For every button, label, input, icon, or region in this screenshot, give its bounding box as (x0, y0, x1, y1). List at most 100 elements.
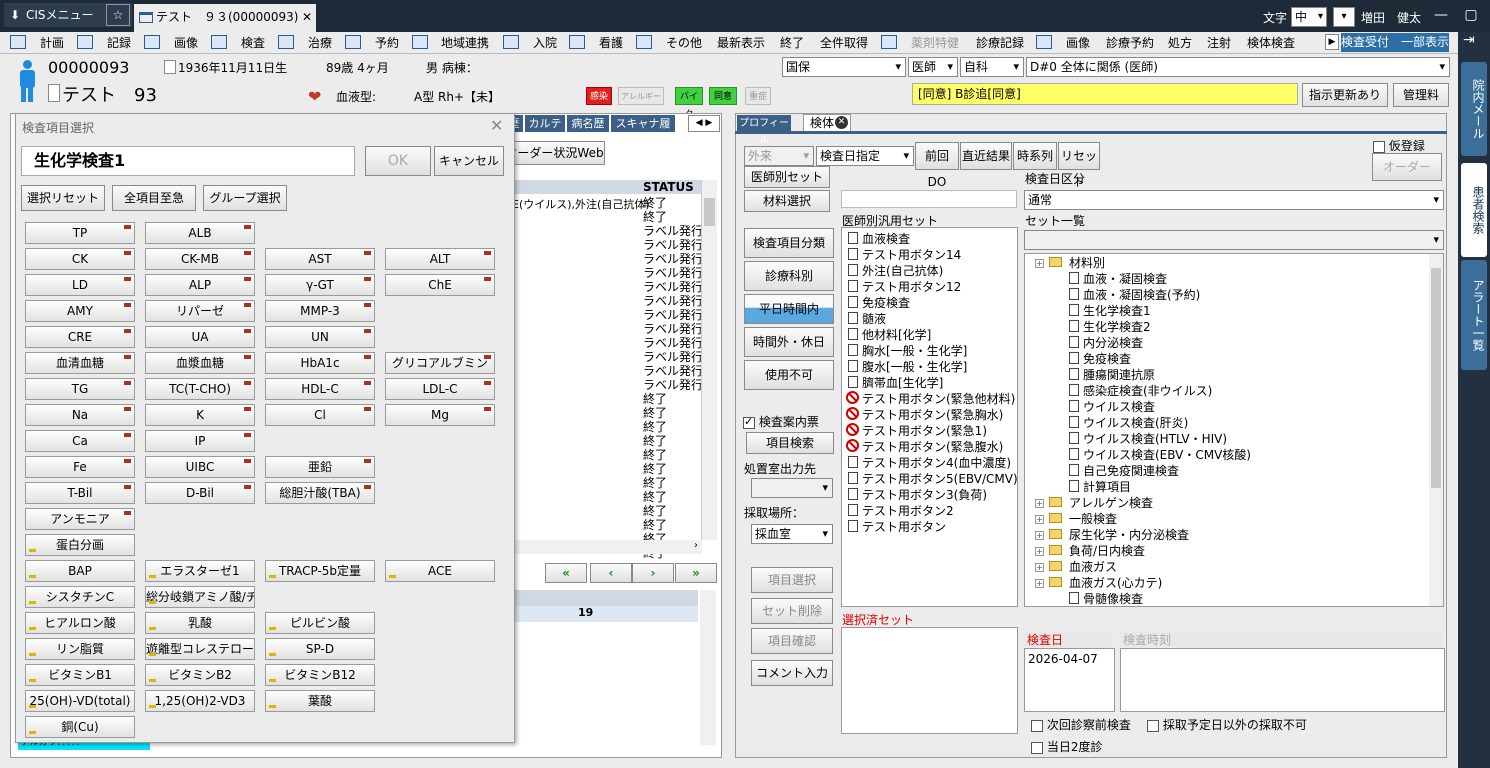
same-day-checkbox-box[interactable] (1031, 741, 1043, 754)
doctor-set-item[interactable]: 他材料[化学] (842, 327, 1017, 343)
order-status-web-button[interactable]: オーダー状況Web (505, 141, 605, 165)
all-urgent-button[interactable]: 全項目至急 (112, 185, 196, 211)
menu-item[interactable]: 最新表示 (717, 35, 765, 51)
menu-item[interactable]: 画像 (1066, 35, 1090, 51)
tree-item[interactable]: 内分泌検査 (1025, 335, 1443, 351)
menu-item[interactable]: 地域連携 (441, 35, 489, 51)
left-tab[interactable]: スキャナ履歴 (611, 115, 675, 147)
exam-item-button[interactable]: 総分岐鎖アミノ酸/チロシ (145, 586, 255, 608)
exam-item-button[interactable]: UA (145, 326, 255, 348)
exam-item-button[interactable]: 乳酸 (145, 612, 255, 634)
exam-item-button[interactable]: シスタチンC (25, 586, 135, 608)
exam-item-button[interactable]: HbA1c (265, 352, 375, 374)
cancel-button[interactable]: キャンセル (434, 146, 504, 176)
disabled-button[interactable]: 使用不可 (744, 360, 834, 390)
exam-item-button[interactable]: CK-MB (145, 248, 255, 270)
menu-item[interactable]: 計画 (40, 35, 64, 51)
management-fee-button[interactable]: 管理料 (1393, 83, 1449, 107)
provisional-checkbox-box[interactable] (1373, 140, 1385, 153)
next-visit-checkbox[interactable]: 次回診察前検査 (1031, 716, 1131, 733)
visit-select[interactable]: 外来 (744, 146, 814, 166)
instruction-update-button[interactable]: 指示更新あり (1302, 83, 1388, 107)
tree-item[interactable]: + 材料別 (1025, 255, 1443, 271)
exam-item-button[interactable]: エラスターゼ1 (145, 560, 255, 582)
exam-item-button[interactable]: Ca (25, 430, 135, 452)
patient-tab[interactable]: テスト ９３(00000093) ✕ (134, 4, 316, 32)
next-visit-checkbox-box[interactable] (1031, 719, 1043, 732)
first-page-button[interactable]: « (545, 563, 587, 583)
menu-item[interactable]: 画像 (174, 35, 198, 51)
exam-item-button[interactable]: ピルビン酸 (265, 612, 375, 634)
doctor-set-item[interactable]: テスト用ボタン(緊急1) (842, 423, 1017, 439)
doctor-set-item[interactable]: テスト用ボタン4(血中濃度) (842, 455, 1017, 471)
tree-item[interactable]: 血液・凝固検査(予約) (1025, 287, 1443, 303)
exam-item-button[interactable]: LDL-C (385, 378, 495, 400)
star-icon[interactable]: ☆ (106, 4, 130, 26)
exam-guide-checkbox[interactable]: 検査案内票 (743, 413, 819, 430)
exam-item-button[interactable]: AST (265, 248, 375, 270)
set-list-select[interactable] (1024, 230, 1444, 250)
insurance-select[interactable]: 国保 (782, 57, 906, 77)
doctor-set-item[interactable]: テスト用ボタン5(EBV/CMV) (842, 471, 1018, 487)
exam-date-box[interactable]: 2026-04-07 (1024, 648, 1115, 712)
exam-time-box[interactable] (1120, 648, 1445, 712)
date-type-select[interactable]: 通常 (1024, 190, 1444, 210)
tree-item[interactable]: 生化学検査2 (1025, 319, 1443, 335)
only-date-checkbox[interactable]: 採取予定日以外の採取不可 (1147, 716, 1307, 733)
minimize-button[interactable]: — (1426, 4, 1456, 28)
sidebar-toggle-icon[interactable]: ⇥ (1463, 32, 1475, 48)
exam-item-button[interactable]: Na (25, 404, 135, 426)
item-search-button[interactable]: 項目検索 (746, 432, 834, 454)
sidebar-tab-patient-search[interactable]: 患者検索 (1461, 163, 1487, 257)
place-select[interactable]: 採血室 (751, 524, 833, 544)
exam-item-button[interactable]: 葉酸 (265, 690, 375, 712)
comment-input-button[interactable]: コメント入力 (751, 660, 833, 686)
doctor-set-item[interactable]: テスト用ボタン2 (842, 503, 1017, 519)
menu-item[interactable]: 診療記録 (976, 35, 1024, 51)
provisional-register-checkbox[interactable]: 仮登録 (1373, 137, 1425, 154)
exam-item-button[interactable]: 血清血糖 (25, 352, 135, 374)
dialog-close-icon[interactable]: ✕ (490, 116, 503, 135)
menu-item[interactable]: 終了 (780, 35, 804, 51)
exam-item-button[interactable]: ChE (385, 274, 495, 296)
tree-item[interactable]: 骨髄像検査 (1025, 591, 1443, 607)
close-icon[interactable]: ✕ (302, 4, 312, 30)
infection-badge[interactable]: 感染 (586, 87, 612, 105)
tree-item[interactable]: 免疫検査 (1025, 351, 1443, 367)
exam-item-button[interactable]: 血漿血糖 (145, 352, 255, 374)
exam-reception-button[interactable]: 検査受付 一部表示 (1341, 33, 1449, 52)
exam-item-button[interactable]: TG (25, 378, 135, 400)
doctor-set-item[interactable]: 外注(自己抗体) (842, 263, 1017, 279)
doctor-set-item[interactable]: テスト用ボタン(緊急胸水) (842, 407, 1017, 423)
menu-item[interactable]: 入院 (533, 35, 557, 51)
order-button[interactable]: オーダー (1372, 153, 1442, 181)
exam-item-button[interactable]: AMY (25, 300, 135, 322)
exam-class-button[interactable]: 検査項目分類 (744, 228, 834, 258)
only-date-checkbox-box[interactable] (1147, 719, 1159, 732)
consent-badge[interactable]: 同意 (709, 87, 737, 105)
tree-item[interactable]: ウイルス検査 (1025, 399, 1443, 415)
exam-item-button[interactable]: CRE (25, 326, 135, 348)
doctor-select[interactable]: 医師 (908, 57, 958, 77)
tree-item[interactable]: 自己免疫関連検査 (1025, 463, 1443, 479)
expand-icon[interactable]: + (1035, 531, 1044, 540)
exam-item-button[interactable]: IP (145, 430, 255, 452)
menu-item[interactable]: 処方 (1168, 35, 1192, 51)
left-tab[interactable]: 病名歴 (567, 115, 609, 132)
menu-item[interactable]: その他 (666, 35, 702, 51)
exam-item-button[interactable]: Cl (265, 404, 375, 426)
dept-select[interactable]: 自科 (960, 57, 1024, 77)
tree-item[interactable]: 腫瘍関連抗原 (1025, 367, 1443, 383)
doctor-set-item[interactable]: 免疫検査 (842, 295, 1017, 311)
doctor-set-item[interactable]: テスト用ボタン3(負荷) (842, 487, 1017, 503)
exam-item-button[interactable]: ALP (145, 274, 255, 296)
menu-item[interactable]: 看護 (599, 35, 623, 51)
tree-item[interactable]: 計算項目 (1025, 479, 1443, 495)
menu-item[interactable]: 全件取得 (820, 35, 868, 51)
allergy-badge[interactable]: アレルギー (618, 87, 664, 105)
prev-page-button[interactable]: ‹ (590, 563, 632, 583)
tree-item[interactable]: + 尿生化学・内分泌検査 (1025, 527, 1443, 543)
expand-icon[interactable]: + (1035, 499, 1044, 508)
table-vscrollbar[interactable] (701, 180, 717, 540)
exam-item-button[interactable]: 1,25(OH)2-VD3 (145, 690, 255, 712)
